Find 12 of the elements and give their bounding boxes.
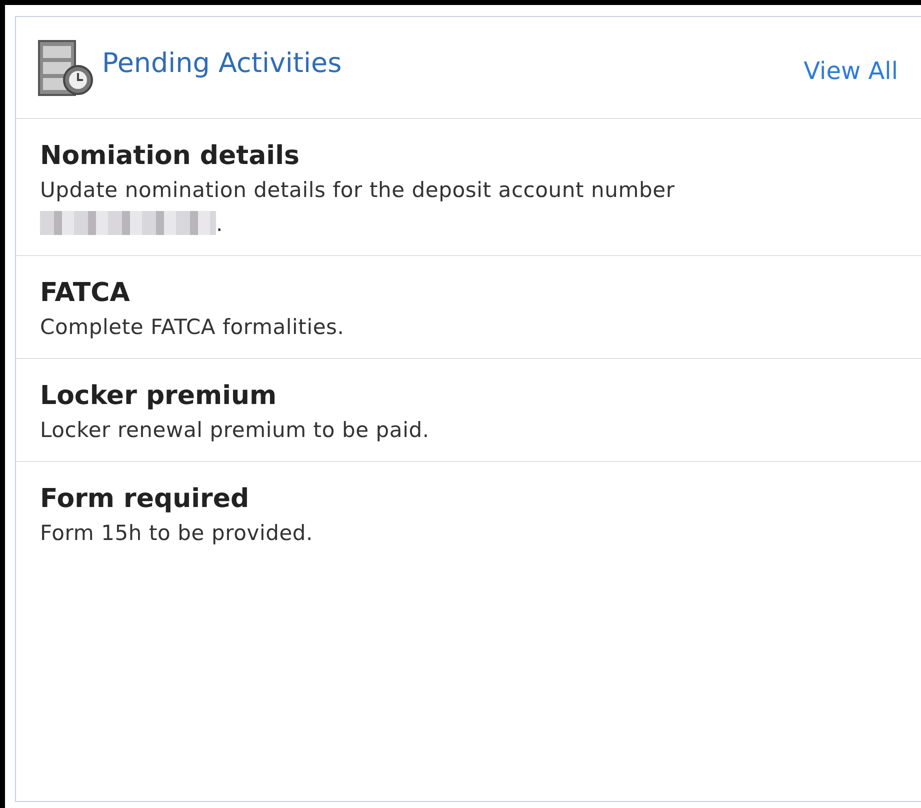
activity-description: Locker renewal premium to be paid.	[40, 418, 430, 442]
view-all-link[interactable]: View All	[804, 56, 898, 84]
activity-title: FATCA	[40, 277, 131, 310]
period-text: .	[216, 212, 223, 236]
activity-description: Complete FATCA formalities.	[40, 315, 344, 339]
activity-description: Update nomination details for the deposit account number	[40, 178, 675, 202]
activity-description: Form 15h to be provided.	[40, 521, 314, 545]
activity-title: Nomiation details	[40, 140, 300, 173]
activity-title: Form required	[40, 483, 250, 516]
panel-title: Pending Activities	[102, 48, 343, 79]
server-clock-icon	[38, 40, 94, 96]
activity-title: Locker premium	[40, 380, 278, 413]
